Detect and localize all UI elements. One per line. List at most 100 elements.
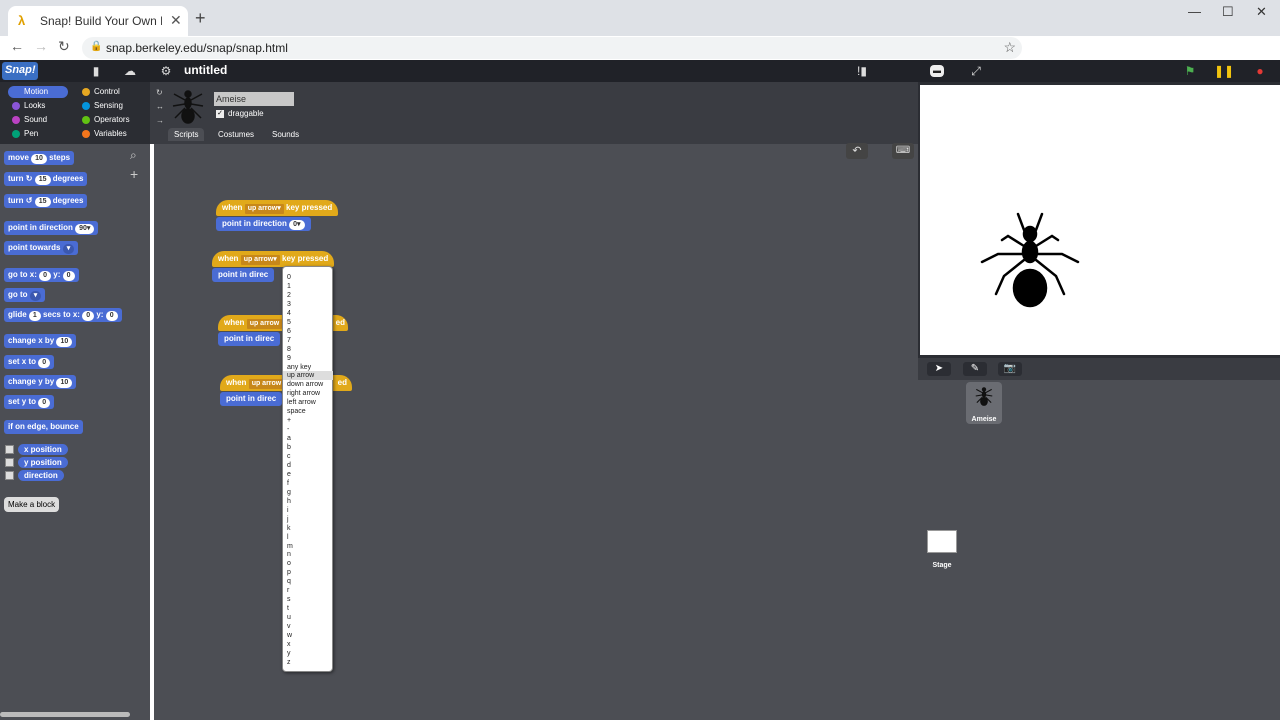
category-sensing[interactable]: Sensing bbox=[78, 100, 138, 112]
menu-item[interactable]: n bbox=[283, 550, 333, 559]
browser-tab[interactable]: λ Snap! Build Your Own Blocks 5.4 ✕ bbox=[8, 6, 188, 36]
bookmark-star-icon[interactable]: ☆ bbox=[1003, 39, 1016, 56]
camera-icon[interactable]: 📷 bbox=[998, 362, 1022, 376]
menu-item[interactable]: 1 bbox=[283, 282, 333, 291]
menu-item[interactable]: 0 bbox=[283, 273, 333, 282]
menu-item[interactable]: down arrow bbox=[283, 380, 333, 389]
block-point-direction[interactable]: point in direction 90▾ bbox=[4, 221, 99, 235]
presentation-mode-icon[interactable]: ⤢ bbox=[966, 62, 986, 80]
rotate-style-icon[interactable]: ↻ bbox=[156, 88, 163, 97]
category-pen[interactable]: Pen bbox=[8, 128, 68, 140]
hat-when-key-pressed[interactable]: when up arrow▾ key pressed bbox=[216, 200, 339, 216]
menu-item[interactable]: l bbox=[283, 533, 333, 542]
menu-item[interactable]: 2 bbox=[283, 291, 333, 300]
stage[interactable] bbox=[920, 85, 1280, 355]
block-point-in-direction[interactable]: point in direc bbox=[212, 268, 275, 282]
category-motion[interactable]: Motion bbox=[8, 86, 68, 98]
category-variables[interactable]: Variables bbox=[78, 128, 138, 140]
draggable-checkbox[interactable]: ✓ bbox=[216, 110, 224, 118]
reload-icon[interactable]: ↻ bbox=[58, 38, 70, 55]
pause-icon[interactable]: ❚❚ bbox=[1214, 62, 1234, 80]
menu-item[interactable]: 8 bbox=[283, 345, 333, 354]
menu-item[interactable]: r bbox=[283, 586, 333, 595]
menu-item[interactable]: 5 bbox=[283, 318, 333, 327]
block-glide[interactable]: glide 1 secs to x: 0 y: 0 bbox=[4, 308, 122, 322]
palette-scrollbar[interactable] bbox=[0, 712, 130, 717]
maximize-icon[interactable]: ☐ bbox=[1222, 4, 1234, 20]
menu-item[interactable]: p bbox=[283, 568, 333, 577]
category-looks[interactable]: Looks bbox=[8, 100, 68, 112]
back-icon[interactable]: ← bbox=[10, 38, 24, 54]
menu-item[interactable]: i bbox=[283, 506, 333, 515]
block-go-to[interactable]: go to ▾ bbox=[4, 288, 46, 302]
minimize-icon[interactable]: — bbox=[1188, 4, 1201, 19]
menu-item[interactable]: 3 bbox=[283, 300, 333, 309]
block-change-x[interactable]: change x by 10 bbox=[4, 334, 77, 348]
checkbox-y-position[interactable] bbox=[5, 458, 14, 467]
stop-icon[interactable]: ● bbox=[1250, 62, 1270, 80]
sprite-name-field[interactable]: Ameise bbox=[214, 92, 294, 106]
menu-item[interactable]: o bbox=[283, 559, 333, 568]
category-operators[interactable]: Operators bbox=[78, 114, 138, 126]
block-point-in-direction[interactable]: point in direc bbox=[220, 392, 283, 406]
green-flag-icon[interactable]: ⚑ bbox=[1180, 62, 1200, 80]
hat-when-key-pressed[interactable]: when up arrow▾ key pressed bbox=[212, 251, 335, 267]
ant-sprite-icon[interactable] bbox=[978, 210, 1082, 310]
menu-item[interactable]: w bbox=[283, 631, 333, 640]
block-point-in-direction[interactable]: point in direction 0▾ bbox=[216, 217, 311, 231]
reporter-y-position[interactable]: y position bbox=[18, 457, 68, 468]
keyboard-icon[interactable]: ⌨ bbox=[892, 143, 914, 159]
stage-thumbnail[interactable] bbox=[927, 530, 957, 553]
url-field[interactable]: 🔒 snap.berkeley.edu/snap/snap.html ☆ bbox=[82, 37, 1022, 59]
menu-item[interactable]: + bbox=[283, 416, 333, 425]
menu-item[interactable]: b bbox=[283, 443, 333, 452]
menu-item[interactable]: d bbox=[283, 461, 333, 470]
menu-item[interactable]: m bbox=[283, 542, 333, 551]
menu-item[interactable]: s bbox=[283, 595, 333, 604]
menu-item[interactable]: 4 bbox=[283, 309, 333, 318]
menu-item[interactable]: u bbox=[283, 613, 333, 622]
menu-item[interactable]: 7 bbox=[283, 336, 333, 345]
menu-item[interactable]: t bbox=[283, 604, 333, 613]
paint-brush-icon[interactable]: ✎ bbox=[963, 362, 987, 376]
menu-item[interactable]: a bbox=[283, 434, 333, 443]
menu-item[interactable]: q bbox=[283, 577, 333, 586]
menu-item[interactable]: f bbox=[283, 479, 333, 488]
checkbox-x-position[interactable] bbox=[5, 445, 14, 454]
menu-item[interactable]: y bbox=[283, 649, 333, 658]
snap-logo[interactable]: Snap! bbox=[2, 62, 38, 80]
menu-item[interactable]: j bbox=[283, 515, 333, 524]
menu-item[interactable]: up arrow bbox=[283, 371, 333, 381]
rotate-flip-icon[interactable]: ↔ bbox=[156, 102, 164, 111]
menu-item[interactable]: - bbox=[283, 425, 333, 434]
menu-item[interactable]: e bbox=[283, 470, 333, 479]
rotate-none-icon[interactable]: → bbox=[156, 116, 164, 125]
block-set-y[interactable]: set y to 0 bbox=[4, 395, 55, 409]
palette-search-icon[interactable]: ⌕ bbox=[130, 148, 137, 163]
menu-item[interactable]: k bbox=[283, 524, 333, 533]
block-bounce[interactable]: if on edge, bounce bbox=[4, 420, 83, 434]
block-point-in-direction[interactable]: point in direc bbox=[218, 332, 281, 346]
cloud-icon[interactable]: ☁ bbox=[120, 62, 140, 80]
tab-close-icon[interactable]: ✕ bbox=[170, 12, 182, 29]
reporter-direction[interactable]: direction bbox=[18, 470, 64, 481]
block-turn-left[interactable]: turn ↺ 15 degrees bbox=[4, 194, 88, 208]
menu-item[interactable]: 6 bbox=[283, 327, 333, 336]
menu-item[interactable]: c bbox=[283, 452, 333, 461]
palette-add-icon[interactable]: + bbox=[130, 166, 138, 182]
menu-item[interactable]: z bbox=[283, 658, 333, 667]
category-control[interactable]: Control bbox=[78, 86, 138, 98]
menu-item[interactable]: h bbox=[283, 497, 333, 506]
file-menu-icon[interactable]: ▮ bbox=[86, 62, 106, 80]
menu-item[interactable]: right arrow bbox=[283, 389, 333, 398]
make-a-block-button[interactable]: Make a block bbox=[4, 497, 60, 512]
block-move[interactable]: move 10 steps bbox=[4, 151, 75, 165]
window-close-icon[interactable]: ✕ bbox=[1256, 4, 1267, 20]
tab-costumes[interactable]: Costumes bbox=[212, 128, 260, 141]
menu-item[interactable]: 9 bbox=[283, 354, 333, 363]
category-sound[interactable]: Sound bbox=[8, 114, 68, 126]
settings-gear-icon[interactable]: ⚙ bbox=[156, 62, 176, 80]
menu-item[interactable]: left arrow bbox=[283, 398, 333, 407]
checkbox-direction[interactable] bbox=[5, 471, 14, 480]
undo-icon[interactable]: ↶ bbox=[846, 143, 868, 159]
